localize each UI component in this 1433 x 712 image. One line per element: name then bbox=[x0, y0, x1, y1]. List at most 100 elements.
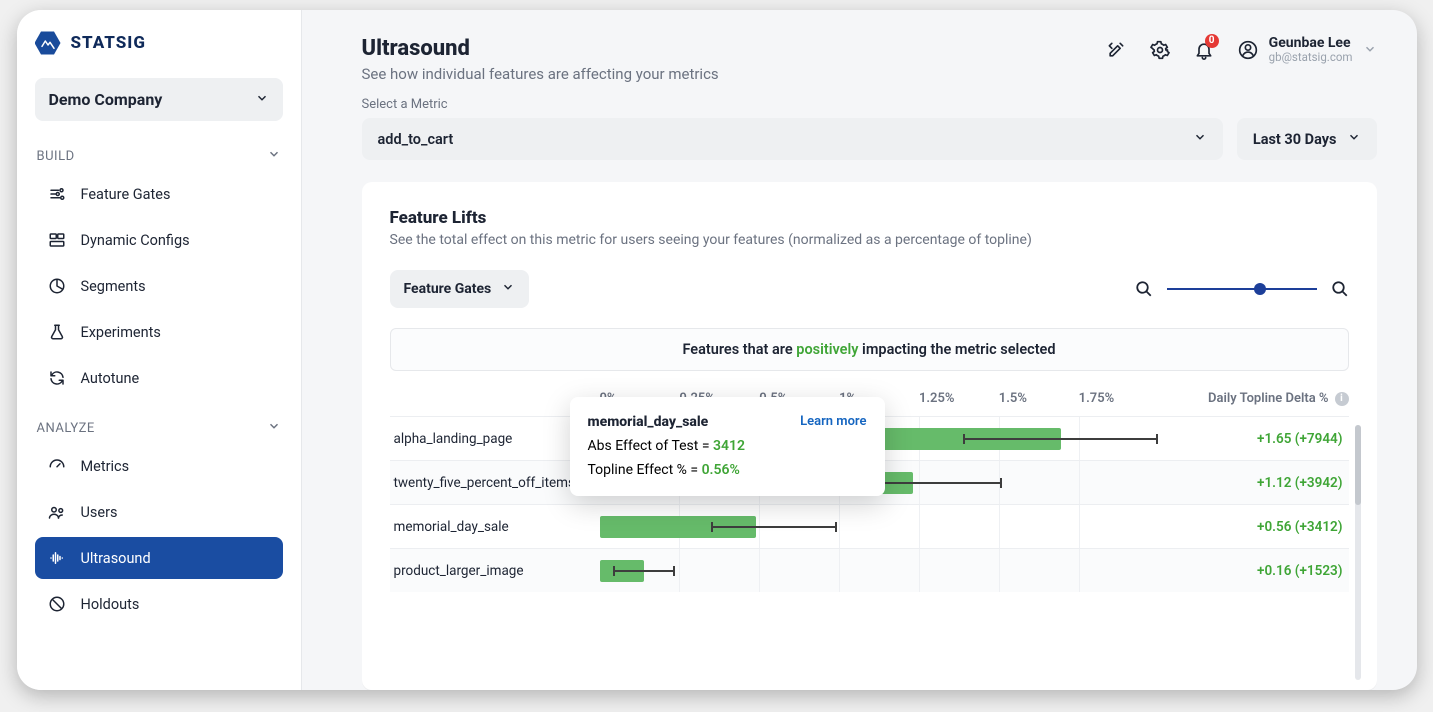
block-icon bbox=[47, 595, 67, 613]
error-bar bbox=[711, 522, 837, 532]
sidebar-item-segments[interactable]: Segments bbox=[35, 265, 283, 307]
card-subtitle: See the total effect on this metric for … bbox=[390, 232, 1349, 248]
axis-tick: 1.75% bbox=[1079, 391, 1159, 406]
card-controls: Feature Gates bbox=[390, 270, 1349, 308]
impact-text-suffix: impacting the metric selected bbox=[858, 341, 1055, 358]
page-heading: Ultrasound See how individual features a… bbox=[362, 36, 719, 83]
slider-thumb[interactable] bbox=[1254, 283, 1266, 295]
brand-name: STATSIG bbox=[71, 33, 146, 53]
slider-track bbox=[1167, 288, 1317, 290]
info-icon[interactable]: i bbox=[1335, 392, 1349, 406]
card-title: Feature Lifts bbox=[390, 208, 1349, 228]
sliders-icon bbox=[47, 185, 67, 203]
user-menu[interactable]: Geunbae Lee gb@statsig.com bbox=[1237, 36, 1377, 64]
delta-value: +1.12 (+3942) bbox=[1159, 475, 1349, 491]
topbar: Ultrasound See how individual features a… bbox=[302, 10, 1417, 91]
chevron-down-icon bbox=[267, 147, 281, 165]
nav-section-analyze-header[interactable]: ANALYZE bbox=[35, 415, 283, 443]
sidebar-item-label: Segments bbox=[81, 278, 146, 295]
users-icon bbox=[47, 503, 67, 521]
delta-header-label: Daily Topline Delta % bbox=[1208, 391, 1329, 406]
nav-section-build-header[interactable]: BUILD bbox=[35, 143, 283, 171]
pie-chart-icon bbox=[47, 277, 67, 295]
main-pane: Ultrasound See how individual features a… bbox=[302, 10, 1417, 690]
delta-value: +0.56 (+3412) bbox=[1159, 519, 1349, 535]
page-title: Ultrasound bbox=[362, 36, 719, 61]
impact-banner: Features that are positively impacting t… bbox=[390, 328, 1349, 371]
gauge-icon bbox=[47, 457, 67, 475]
avatar-icon bbox=[1237, 39, 1259, 61]
gear-icon[interactable] bbox=[1149, 39, 1171, 61]
chevron-down-icon bbox=[1363, 41, 1377, 60]
zoom-in-icon[interactable] bbox=[1331, 280, 1349, 298]
sidebar-item-metrics[interactable]: Metrics bbox=[35, 445, 283, 487]
config-icon bbox=[47, 231, 67, 249]
chart-scrollbar[interactable] bbox=[1355, 425, 1361, 680]
feature-filter-select[interactable]: Feature Gates bbox=[390, 270, 530, 308]
app-frame: STATSIG Demo Company BUILD Feature Gates… bbox=[17, 10, 1417, 690]
metric-select-label: Select a Metric bbox=[362, 97, 1223, 112]
bell-icon[interactable]: 0 bbox=[1193, 39, 1215, 61]
metric-select[interactable]: add_to_cart bbox=[362, 118, 1223, 160]
feature-name: twenty_five_percent_off_items bbox=[390, 475, 600, 491]
zoom-out-icon[interactable] bbox=[1135, 280, 1153, 298]
bar-area bbox=[600, 549, 1159, 592]
sidebar-item-holdouts[interactable]: Holdouts bbox=[35, 583, 283, 625]
sidebar-item-label: Dynamic Configs bbox=[81, 232, 190, 249]
nav-section-label: BUILD bbox=[37, 149, 75, 164]
tooltip-learn-more-link[interactable]: Learn more bbox=[800, 411, 866, 433]
feature-lifts-chart: 0%0.25%0.5%1%1.25%1.5%1.75% Daily Toplin… bbox=[390, 385, 1349, 680]
table-row[interactable]: product_larger_image +0.16 (+1523) bbox=[390, 548, 1349, 592]
flask-icon bbox=[47, 323, 67, 341]
delta-value: +1.65 (+7944) bbox=[1159, 431, 1349, 447]
error-bar bbox=[963, 434, 1159, 444]
sidebar-item-label: Experiments bbox=[81, 324, 161, 341]
topbar-actions: 0 Geunbae Lee gb@statsig.com bbox=[1105, 36, 1377, 64]
sidebar-item-dynamic-configs[interactable]: Dynamic Configs bbox=[35, 219, 283, 261]
scrollbar-thumb[interactable] bbox=[1355, 425, 1361, 505]
metric-controls: Select a Metric add_to_cart Last 30 Days bbox=[302, 97, 1417, 160]
sidebar-item-label: Metrics bbox=[81, 458, 130, 475]
delta-value: +0.16 (+1523) bbox=[1159, 563, 1349, 579]
chevron-down-icon bbox=[255, 90, 269, 109]
chevron-down-icon bbox=[501, 280, 515, 298]
refresh-icon bbox=[47, 369, 67, 387]
table-row[interactable]: memorial_day_sale+0.56 (+3412) bbox=[390, 504, 1349, 548]
tooltip-line1-value: 3412 bbox=[713, 438, 745, 454]
feature-name: alpha_landing_page bbox=[390, 431, 600, 447]
axis-tick: 1.5% bbox=[999, 391, 1079, 406]
tools-icon[interactable] bbox=[1105, 39, 1127, 61]
bar-area bbox=[600, 505, 1159, 548]
sidebar-item-label: Holdouts bbox=[81, 596, 140, 613]
sidebar-item-label: Autotune bbox=[81, 370, 140, 387]
brand-logo[interactable]: STATSIG bbox=[35, 30, 283, 56]
chart-tooltip: memorial_day_sale Learn more Abs Effect … bbox=[570, 397, 885, 496]
sidebar-item-autotune[interactable]: Autotune bbox=[35, 357, 283, 399]
user-text: Geunbae Lee gb@statsig.com bbox=[1269, 36, 1353, 64]
page-subtitle: See how individual features are affectin… bbox=[362, 65, 719, 83]
sidebar-item-ultrasound[interactable]: Ultrasound bbox=[35, 537, 283, 579]
chevron-down-icon bbox=[267, 419, 281, 437]
feature-name: product_larger_image bbox=[390, 563, 600, 579]
company-selector[interactable]: Demo Company bbox=[35, 78, 283, 121]
user-email: gb@statsig.com bbox=[1269, 51, 1353, 64]
logo-mark-icon bbox=[35, 30, 61, 56]
notification-badge: 0 bbox=[1205, 34, 1219, 48]
axis-tick: 1.25% bbox=[919, 391, 999, 406]
date-range-select[interactable]: Last 30 Days bbox=[1237, 118, 1377, 160]
zoom-slider[interactable] bbox=[1167, 280, 1317, 298]
sidebar-item-feature-gates[interactable]: Feature Gates bbox=[35, 173, 283, 215]
chevron-down-icon bbox=[1193, 130, 1207, 148]
sidebar-item-label: Ultrasound bbox=[81, 550, 151, 567]
date-range-value: Last 30 Days bbox=[1253, 131, 1337, 148]
user-name: Geunbae Lee bbox=[1269, 36, 1353, 51]
impact-text-prefix: Features that are bbox=[682, 341, 796, 358]
error-bar bbox=[613, 566, 674, 576]
impact-text-word: positively bbox=[796, 341, 858, 358]
sidebar-item-users[interactable]: Users bbox=[35, 491, 283, 533]
metric-select-value: add_to_cart bbox=[378, 131, 454, 148]
feature-lifts-card: Feature Lifts See the total effect on th… bbox=[362, 182, 1377, 690]
company-selector-label: Demo Company bbox=[49, 90, 163, 109]
sidebar-item-experiments[interactable]: Experiments bbox=[35, 311, 283, 353]
metric-select-group: Select a Metric add_to_cart bbox=[362, 97, 1223, 160]
